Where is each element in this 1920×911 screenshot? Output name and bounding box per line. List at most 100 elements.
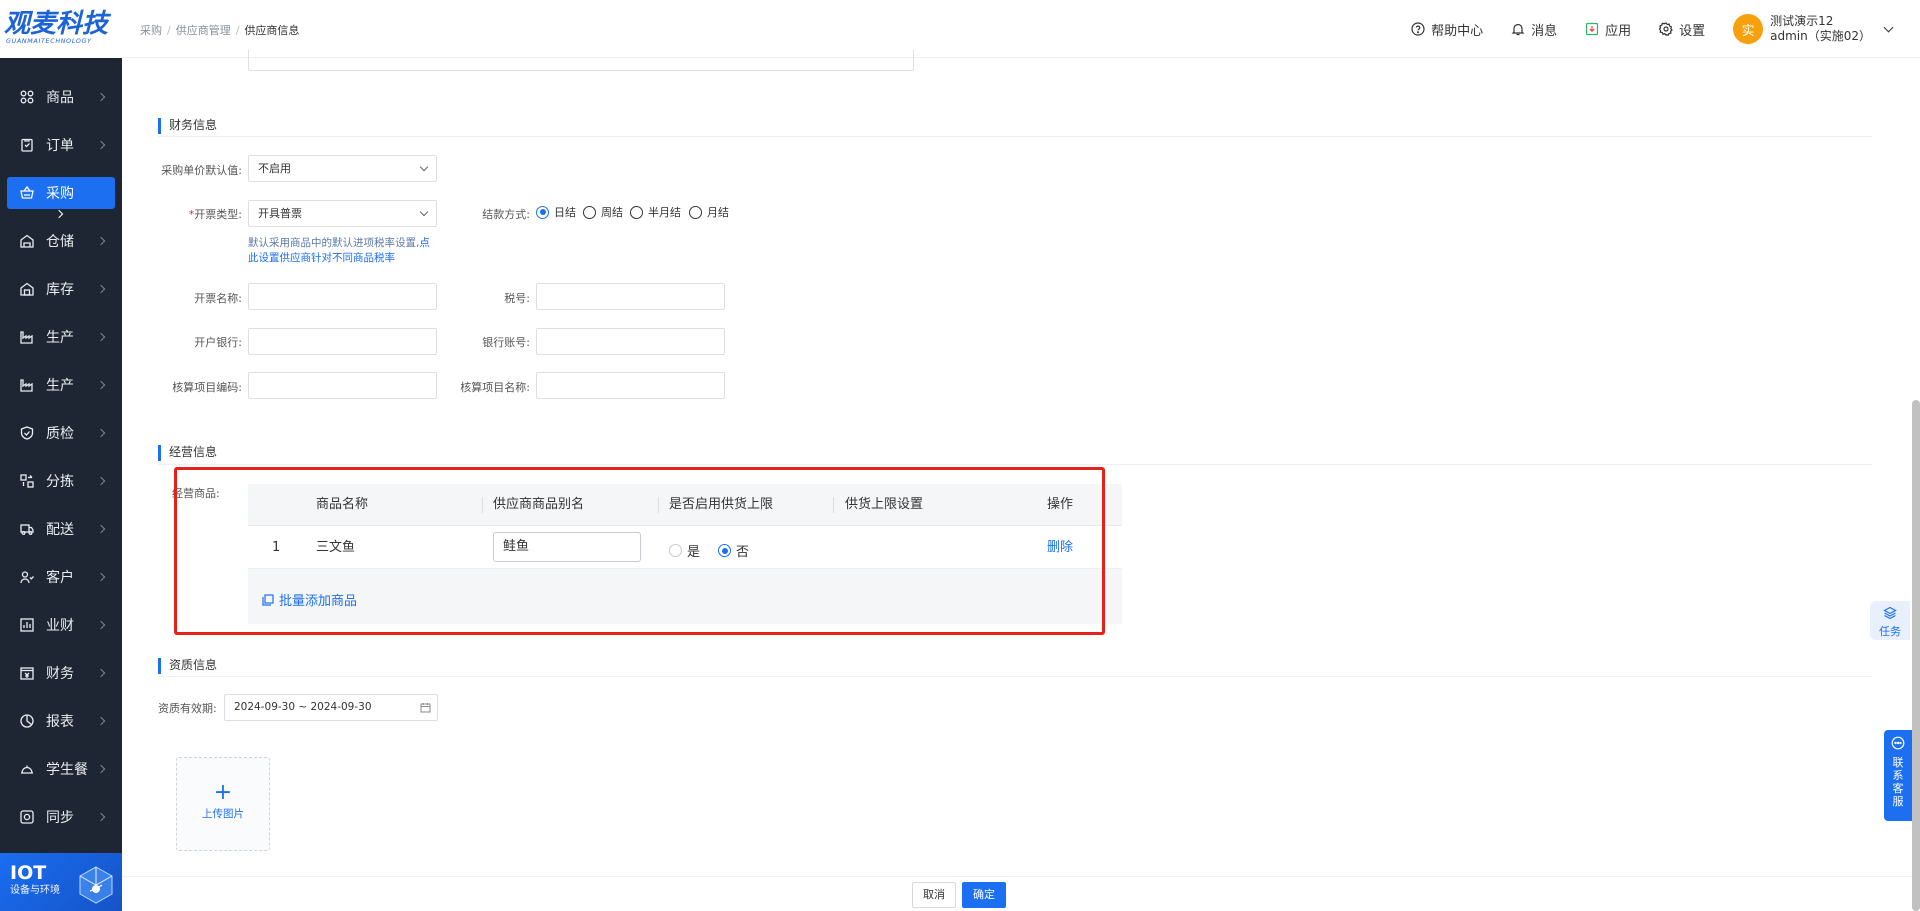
bar-chart-icon	[20, 618, 34, 632]
user-name: 测试演示12	[1770, 14, 1834, 28]
chevron-right-icon	[96, 668, 106, 678]
sidebar-item-production-2[interactable]: 生产	[0, 361, 122, 409]
sidebar-item-label: 业财	[46, 618, 74, 634]
settlement-radio-monthly[interactable]: 月结	[689, 204, 729, 220]
validity-date-range[interactable]: 2024-09-30 ~ 2024-09-30	[224, 694, 438, 721]
sidebar-item-delivery[interactable]: 配送	[0, 505, 122, 553]
cs-char: 服	[1892, 795, 1904, 808]
price-default-select[interactable]: 不启用	[248, 155, 437, 182]
sidebar-item-reports[interactable]: 报表	[0, 697, 122, 745]
messages-button[interactable]: 消息	[1511, 20, 1557, 39]
settlement-radio-half-month[interactable]: 半月结	[630, 204, 681, 220]
settlement-radio-daily[interactable]: 日结	[536, 204, 576, 220]
sidebar-item-orders[interactable]: 订单	[0, 121, 122, 169]
customer-service-button[interactable]: 联 系 客 服	[1884, 730, 1912, 821]
factory-icon	[20, 330, 34, 344]
settings-button[interactable]: 设置	[1659, 20, 1705, 39]
account-code-label: 核算项目编码:	[172, 381, 242, 394]
price-default-value: 不启用	[258, 162, 291, 175]
sidebar-item-quality[interactable]: 质检	[0, 409, 122, 457]
upload-image-button[interactable]: + 上传图片	[176, 757, 270, 851]
finance-icon	[20, 666, 34, 680]
iot-cube-icon	[79, 866, 113, 904]
radio-label: 日结	[554, 206, 576, 219]
chevron-down-icon	[419, 162, 429, 172]
bell-icon	[1511, 23, 1525, 36]
help-center-button[interactable]: 帮助中心	[1411, 20, 1483, 39]
invoice-name-label: 开票名称:	[194, 292, 242, 305]
section-divider	[158, 464, 1872, 465]
cancel-button[interactable]: 取消	[912, 882, 956, 908]
logo-text: 观麦科技	[4, 9, 109, 39]
sidebar-item-label: 分拣	[46, 474, 74, 490]
address-input-bottom-edge[interactable]	[248, 50, 914, 71]
meal-icon	[20, 762, 34, 776]
upload-label: 上传图片	[202, 808, 244, 820]
apps-label: 应用	[1605, 23, 1632, 39]
radio-dot	[630, 205, 643, 219]
task-float-button[interactable]: 任务	[1870, 601, 1910, 640]
grid-icon	[20, 90, 34, 104]
chevron-right-icon	[96, 284, 106, 294]
task-label: 任务	[1879, 625, 1901, 638]
sidebar-item-sync[interactable]: 同步	[0, 793, 122, 841]
sidebar-item-warehouse[interactable]: 仓储	[0, 217, 122, 265]
radio-label: 周结	[601, 206, 623, 219]
breadcrumb: 采购 / 供应商管理 / 供应商信息	[140, 22, 299, 38]
users-icon	[20, 570, 34, 584]
sidebar-item-label: 库存	[46, 282, 74, 298]
sidebar-item-business-finance[interactable]: 业财	[0, 601, 122, 649]
invoice-type-label: *开票类型:	[188, 208, 242, 221]
sidebar-item-goods[interactable]: 商品	[0, 73, 122, 121]
sidebar-item-sorting[interactable]: 分拣	[0, 457, 122, 505]
sidebar-item-label: 订单	[46, 138, 74, 154]
tax-number-input[interactable]	[536, 283, 725, 310]
truck-icon	[20, 522, 34, 536]
breadcrumb-separator: /	[235, 24, 240, 37]
sidebar-item-customers[interactable]: 客户	[0, 553, 122, 601]
company-logo[interactable]: 观麦科技 GUANMAITECHNOLOGY	[0, 0, 122, 58]
account-name-input[interactable]	[536, 372, 725, 399]
chat-icon	[1891, 736, 1905, 750]
invoice-name-input[interactable]	[248, 283, 437, 310]
validity-value: 2024-09-30 ~ 2024-09-30	[234, 701, 372, 713]
main-content: 财务信息 采购单价默认值: 不启用 *开票类型: 开具普票 默认采用商品中的默认…	[122, 50, 1920, 911]
invoice-type-value: 开具普票	[258, 207, 302, 220]
sync-icon	[20, 810, 34, 824]
section-divider	[158, 676, 1872, 677]
account-code-input[interactable]	[248, 372, 437, 399]
page-scrollbar[interactable]	[1912, 400, 1920, 911]
invoice-type-select[interactable]: 开具普票	[248, 200, 437, 227]
sidebar-item-student-meal[interactable]: 学生餐	[0, 745, 122, 793]
sidebar-item-inventory[interactable]: 库存	[0, 265, 122, 313]
breadcrumb-item[interactable]: 供应商管理	[176, 24, 231, 37]
user-menu[interactable]: 实 测试演示12 admin（实施02）	[1733, 14, 1894, 44]
chevron-down-icon	[1883, 22, 1894, 32]
sidebar-item-label: 质检	[46, 426, 74, 442]
confirm-button[interactable]: 确定	[962, 882, 1006, 908]
section-title-qualification: 资质信息	[158, 658, 217, 674]
apps-button[interactable]: 应用	[1585, 20, 1631, 39]
settlement-radio-weekly[interactable]: 周结	[583, 204, 623, 220]
bank-input[interactable]	[248, 328, 437, 355]
bank-account-input[interactable]	[536, 328, 725, 355]
highlight-box	[174, 467, 1105, 635]
settings-label: 设置	[1679, 23, 1706, 39]
invoice-hint-link-2[interactable]: 此设置供应商针对不同商品税率	[248, 252, 395, 264]
sidebar-item-label: 采购	[46, 186, 74, 202]
settlement-label: 结款方式:	[482, 208, 530, 221]
chevron-right-icon	[96, 380, 106, 390]
chevron-right-icon	[96, 716, 106, 726]
sidebar-item-purchase[interactable]: 采购	[0, 169, 122, 219]
section-title-business: 经营信息	[158, 445, 217, 461]
sidebar-item-label: 报表	[46, 714, 74, 730]
avatar: 实	[1733, 14, 1764, 44]
invoice-hint-link[interactable]: 点	[419, 237, 430, 249]
sidebar-item-production[interactable]: 生产	[0, 313, 122, 361]
breadcrumb-item[interactable]: 采购	[140, 24, 162, 37]
iot-banner[interactable]: IOT 设备与环境	[0, 853, 122, 911]
chevron-right-icon	[96, 236, 106, 246]
sidebar-item-finance[interactable]: 财务	[0, 649, 122, 697]
sidebar-item-label: 仓储	[46, 234, 74, 250]
messages-label: 消息	[1531, 23, 1558, 39]
